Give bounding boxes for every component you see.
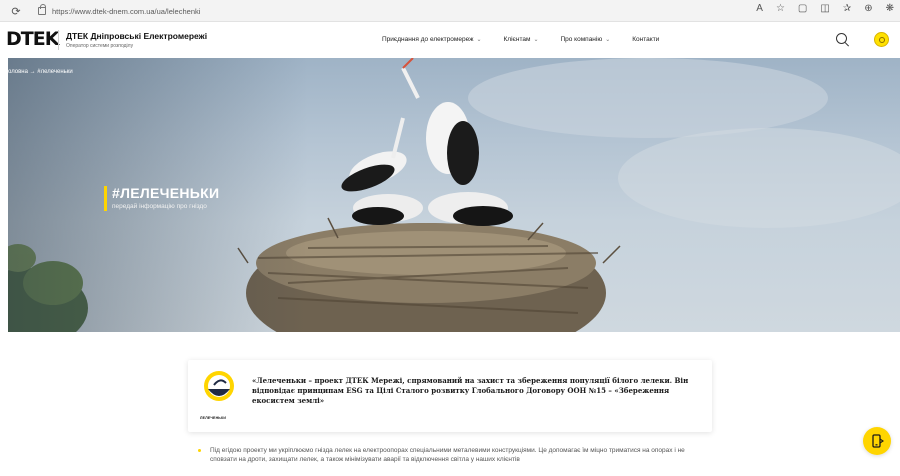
favorite-star-icon[interactable]: ☆ bbox=[776, 3, 785, 14]
address-bar[interactable]: https://www.dtek-dnem.com.ua/ua/lelechen… bbox=[38, 3, 200, 19]
nav-item-label: Приєднання до електромереж bbox=[382, 36, 474, 43]
account-icon[interactable] bbox=[874, 32, 889, 47]
extensions-icon[interactable]: ▢ bbox=[798, 3, 807, 14]
chevron-down-icon: ⌄ bbox=[476, 37, 482, 43]
support-chat-button[interactable] bbox=[863, 427, 891, 455]
brand-subtitle: Оператор системи розподілу bbox=[66, 43, 134, 49]
nav-item-label: Клієнтам bbox=[503, 36, 531, 43]
copilot-icon[interactable]: ❋ bbox=[886, 3, 894, 14]
reload-icon[interactable]: ⟳ bbox=[8, 3, 24, 19]
dtek-logo[interactable]: DTEK bbox=[6, 28, 59, 50]
nav-item-label: Контакти bbox=[632, 36, 660, 43]
list-item: Під егідою проекту ми укріплюємо гнізда … bbox=[198, 447, 710, 464]
nav-item-contacts[interactable]: Контакти bbox=[632, 36, 659, 43]
hero-banner: оловна → #лелеченьки #ЛЕЛЕЧЕНЬКИ передай… bbox=[8, 58, 900, 332]
url-text: https://www.dtek-dnem.com.ua/ua/lelechen… bbox=[52, 6, 201, 16]
hero-subtitle: передай інформацію про гніздо bbox=[112, 203, 207, 210]
nav-item-label: Про компанію bbox=[560, 36, 603, 43]
favorites-icon[interactable]: ✰ bbox=[843, 3, 851, 14]
nav-item-clients[interactable]: Клієнтам ⌄ bbox=[504, 36, 539, 43]
browser-toolbar: ⟳ https://www.dtek-dnem.com.ua/ua/lelech… bbox=[0, 0, 900, 22]
hero-title: #ЛЕЛЕЧЕНЬКИ bbox=[112, 185, 220, 201]
nav-item-connection[interactable]: Приєднання до електромереж ⌄ bbox=[382, 36, 482, 43]
chevron-down-icon: ⌄ bbox=[533, 37, 539, 43]
brand-title[interactable]: ДТЕК Дніпровські Електромережі bbox=[66, 31, 207, 41]
nav-item-about[interactable]: Про компанію ⌄ bbox=[560, 36, 610, 43]
collections-icon[interactable]: ⊕ bbox=[864, 3, 872, 14]
read-aloud-icon[interactable]: A bbox=[756, 3, 763, 14]
search-icon[interactable] bbox=[836, 33, 847, 44]
lelechenky-logo-icon bbox=[204, 371, 234, 401]
site-header: DTEK ДТЕК Дніпровські Електромережі Опер… bbox=[0, 22, 900, 58]
intro-card: ЛЕЛЕЧЕНЬКИ «Лелеченьки – проект ДТЕК Мер… bbox=[188, 360, 712, 432]
lock-icon bbox=[38, 4, 46, 15]
intro-text: «Лелеченьки – проект ДТЕК Мережі, спрямо… bbox=[252, 376, 689, 405]
logo-divider bbox=[58, 30, 59, 50]
hero-accent-bar bbox=[104, 186, 107, 211]
browser-actions: A ☆ ▢ ◫ ✰ ⊕ ❋ bbox=[756, 3, 894, 14]
bullet-icon bbox=[198, 449, 201, 452]
split-screen-icon[interactable]: ◫ bbox=[820, 3, 829, 14]
phone-icon bbox=[872, 434, 884, 448]
chevron-down-icon: ⌄ bbox=[605, 37, 611, 43]
breadcrumb[interactable]: оловна → #лелеченьки bbox=[8, 69, 73, 75]
list-item-text: Під егідою проекту ми укріплюємо гнізда … bbox=[210, 447, 685, 463]
main-nav: Приєднання до електромереж ⌄ Клієнтам ⌄ … bbox=[382, 36, 681, 43]
intro-logo-caption: ЛЕЛЕЧЕНЬКИ bbox=[200, 416, 227, 420]
